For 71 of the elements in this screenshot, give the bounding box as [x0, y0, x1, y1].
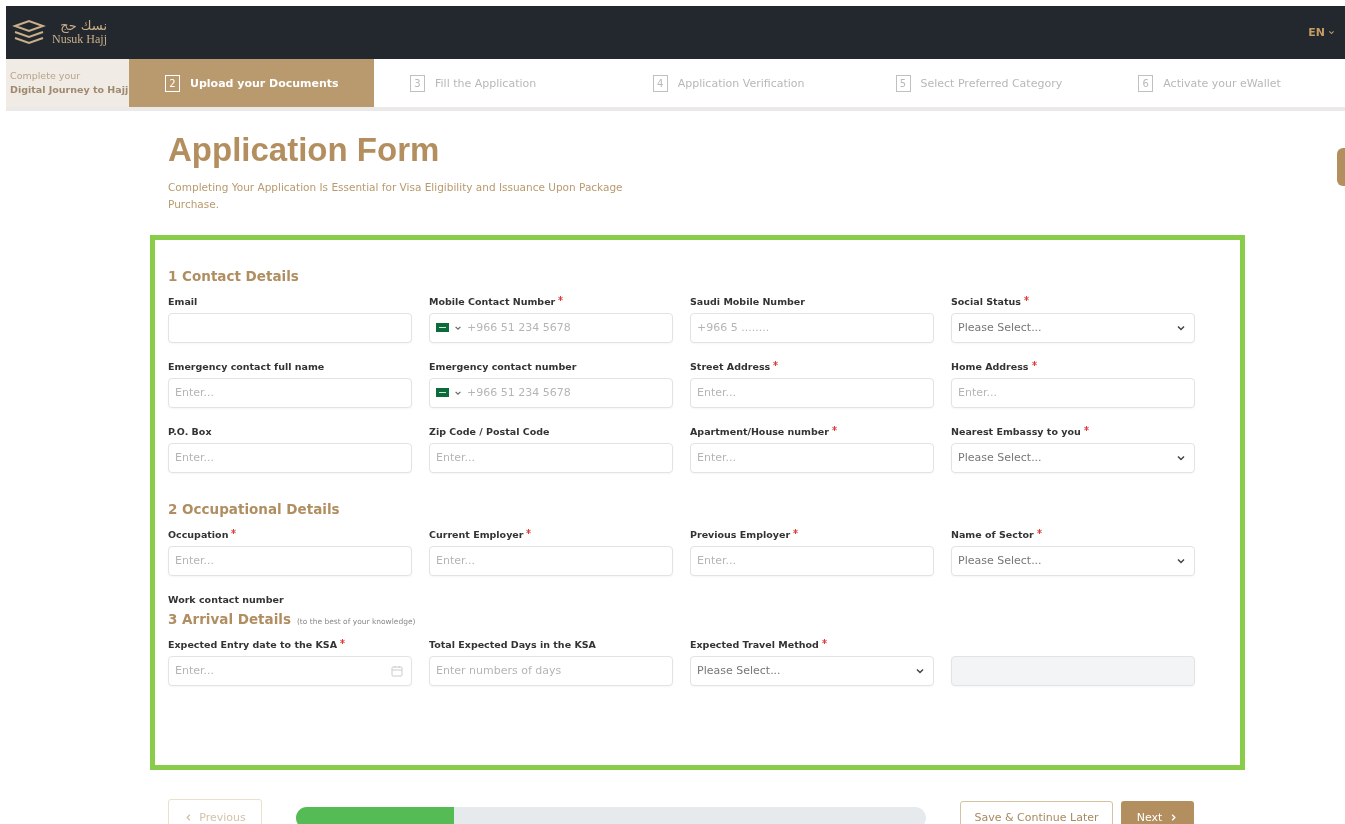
step-label: Upload your Documents	[190, 76, 339, 90]
language-selector[interactable]: EN	[1308, 26, 1335, 39]
step-label: Application Verification	[677, 76, 805, 90]
select-field[interactable]: Please Select...	[951, 442, 1195, 473]
field-label: Expected Travel Method	[690, 638, 819, 652]
select-field[interactable]: Please Select...	[951, 312, 1195, 343]
side-tab[interactable]	[1337, 148, 1345, 186]
field-label: Previous Employer	[690, 528, 791, 542]
section-heading: 1 Contact Details	[168, 267, 299, 284]
intro-text: Complete your	[10, 68, 82, 83]
step-number: 4	[652, 74, 668, 92]
phone-field[interactable]: +966 51 234 5678	[429, 312, 673, 343]
save-continue-button[interactable]: Save & Continue Later	[960, 800, 1113, 824]
calendar-icon	[391, 664, 403, 677]
flag-icon	[436, 388, 449, 398]
field-label: Zip Code / Postal Code	[429, 425, 550, 439]
logo-arabic-text: نسك حج	[60, 19, 107, 33]
next-button[interactable]: Next	[1121, 800, 1194, 824]
field-label: Social Status	[951, 295, 1021, 309]
field-label: Apartment/House number	[690, 425, 829, 439]
input-field[interactable]: Enter...	[690, 442, 934, 473]
page-title: Application Form	[168, 131, 440, 169]
input-field[interactable]: Enter...	[168, 377, 412, 408]
phone-input[interactable]: +966 51 234 5678	[467, 386, 664, 400]
page-subtitle: Completing Your Application Is Essential for Visa Eligibility and Issuance Upon Package Purchase.	[168, 180, 624, 212]
select-field[interactable]: Please Select...	[951, 545, 1195, 576]
section-heading: 2 Occupational Details	[168, 500, 340, 517]
field-label: Expected Entry date to the KSA	[168, 638, 338, 652]
input-field[interactable]: +966 5 ........	[690, 312, 934, 343]
field-label: Email	[168, 295, 198, 309]
input-field[interactable]: Enter...	[429, 545, 673, 576]
step-label: Select Preferred Category	[920, 76, 1063, 90]
input-field[interactable]: Enter...	[429, 442, 673, 473]
field-label: Home Address	[951, 360, 1029, 374]
field-label: Emergency contact full name	[168, 360, 325, 374]
phone-field[interactable]: +966 51 234 5678	[429, 377, 673, 408]
section-heading: 3 Arrival Details	[168, 610, 291, 627]
field-label: Work contact number	[168, 593, 284, 607]
input-field[interactable]: Enter...	[690, 545, 934, 576]
logo-text: Nusuk Hajj	[52, 33, 107, 46]
select-field[interactable]: Please Select...	[690, 655, 934, 686]
input-field[interactable]: Enter...	[168, 545, 412, 576]
input-field[interactable]: Enter...	[168, 442, 412, 473]
input-field[interactable]: Enter...	[951, 377, 1195, 408]
step-number: 6	[1138, 74, 1154, 92]
step-tab[interactable]: 2 Upload your Documents	[129, 59, 374, 107]
flag-icon	[436, 323, 449, 333]
date-input[interactable]: Enter...	[175, 664, 386, 678]
input-field[interactable]	[168, 312, 412, 343]
step-label: Activate your eWallet	[1163, 76, 1281, 90]
step-label: Fill the Application	[435, 76, 537, 90]
input-field[interactable]: Enter numbers of days	[429, 655, 673, 686]
previous-button[interactable]: Previous	[168, 798, 262, 824]
field-label: Name of Sector	[951, 528, 1034, 542]
field-label: Total Expected Days in the KSA	[429, 638, 596, 652]
chevron-right-icon	[1169, 813, 1179, 823]
step-number: 2	[165, 74, 180, 92]
field-label: Mobile Contact Number	[429, 295, 556, 309]
field-label: P.O. Box	[168, 425, 212, 439]
caret-icon	[1328, 29, 1335, 36]
field-label: Nearest Embassy to you	[951, 425, 1081, 439]
step-number: 5	[895, 74, 911, 92]
field-label: Current Employer	[429, 528, 524, 542]
field-label: Occupation	[168, 528, 229, 542]
field-label: Emergency contact number	[429, 360, 577, 374]
field-label: Street Address	[690, 360, 771, 374]
field-label: Saudi Mobile Number	[690, 295, 805, 309]
date-field[interactable]: Enter...	[168, 655, 412, 686]
phone-input[interactable]: +966 51 234 5678	[467, 321, 664, 335]
input-field[interactable]: Enter...	[690, 377, 934, 408]
step-number: 3	[410, 74, 425, 92]
